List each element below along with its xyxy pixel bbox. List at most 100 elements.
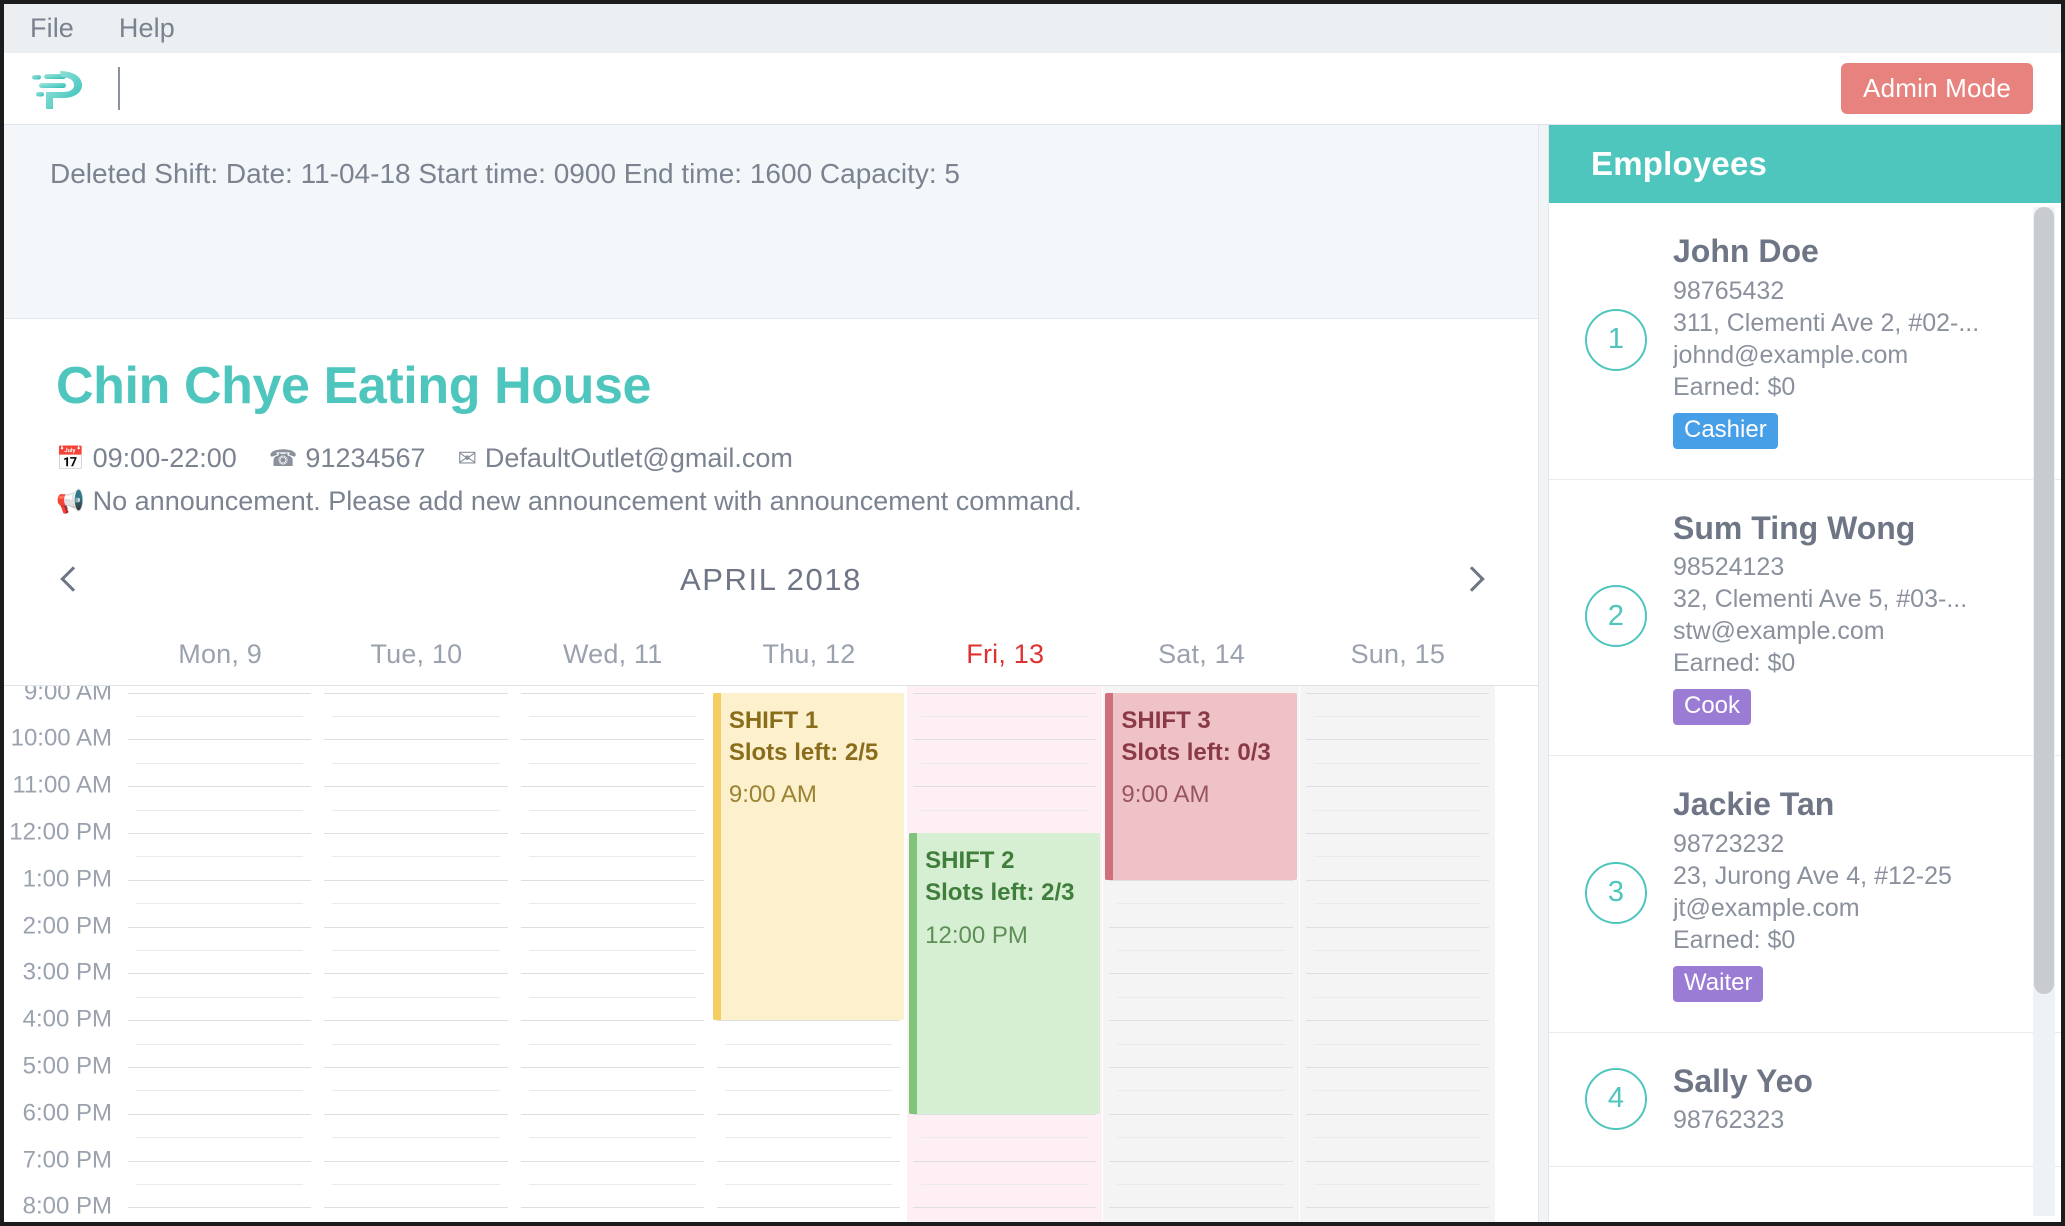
- calendar-gridline: [716, 1160, 901, 1162]
- calendar-gridline-half: [921, 1137, 1089, 1139]
- calendar-nav: APRIL 2018: [4, 555, 1538, 605]
- calendar-gridline: [128, 1066, 312, 1068]
- calendar-gridline: [128, 692, 312, 694]
- menu-bar: File Help: [4, 4, 2061, 53]
- employees-list: 1 John Doe 98765432 311, Clementi Ave 2, #0…: [1549, 203, 2061, 1222]
- calendar-day-headers: Mon, 9 Tue, 10 Wed, 11 Thu, 12 Fri, 13 Sat, 1…: [4, 623, 1538, 685]
- employee-earned: Earned: $0: [1673, 925, 1796, 954]
- shift-time: 9:00 AM: [728, 781, 817, 809]
- calendar-gridline: [128, 1160, 312, 1162]
- calendar-gridline: [324, 739, 508, 741]
- calendar-column-2[interactable]: [515, 686, 711, 1222]
- calendar-time-label-7: 4:00 PM: [22, 1005, 112, 1033]
- calendar-day-header-3[interactable]: Thu, 12: [711, 639, 907, 670]
- calendar-gridline: [520, 1160, 704, 1162]
- calendar-gridline-half: [332, 903, 500, 905]
- employees-scrollbar[interactable]: [2033, 207, 2055, 1216]
- calendar-gridline: [520, 1020, 704, 1022]
- calendar-gridline: [1109, 1113, 1293, 1115]
- calendar-day-header-6[interactable]: Sun, 15: [1300, 639, 1496, 670]
- employee-card[interactable]: 3 Jackie Tan 98723232 23, Jurong Ave 4, #12…: [1549, 756, 2061, 1033]
- calendar-gridline-half: [528, 1137, 696, 1139]
- calendar-gridline: [716, 1020, 901, 1022]
- employee-role-tag: Waiter: [1673, 965, 1764, 1002]
- employee-role-tag: Cook: [1673, 689, 1752, 726]
- shift-title: SHIFT 3: [1121, 706, 1211, 734]
- shift-block-3[interactable]: SHIFT 3 Slots left: 0/3 9:00 AM: [1105, 692, 1297, 880]
- calendar-time-label-4: 1:00 PM: [22, 865, 112, 893]
- calendar-column-0[interactable]: [122, 686, 319, 1222]
- admin-mode-button[interactable]: Admin Mode: [1841, 63, 2033, 114]
- shift-block-2[interactable]: SHIFT 2 Slots left: 2/3 12:00 PM: [909, 832, 1101, 1114]
- calendar-gridline-half: [528, 903, 696, 905]
- calendar-gridline: [324, 832, 508, 834]
- calendar-gridline: [1305, 692, 1489, 694]
- chevron-right-icon: [1465, 567, 1480, 594]
- calendar-gridline-half: [528, 762, 696, 764]
- calendar-gridline-half: [724, 1043, 893, 1045]
- calendar-gridline-half: [1117, 996, 1285, 998]
- employee-card[interactable]: 2 Sum Ting Wong 98524123 32, Clementi Ave 5…: [1549, 480, 2061, 757]
- calendar-column-5[interactable]: SHIFT 3 Slots left: 0/3 9:00 AM: [1103, 686, 1300, 1222]
- calendar-gridline: [1305, 973, 1489, 975]
- calendar-gridline: [1305, 1160, 1489, 1162]
- calendar-column-6[interactable]: [1299, 686, 1496, 1222]
- shift-time: 12:00 PM: [925, 921, 1028, 949]
- calendar-column-3[interactable]: SHIFT 1 Slots left: 2/5 9:00 AM: [711, 686, 908, 1222]
- employee-info: Sum Ting Wong 98524123 32, Clementi Ave 5,…: [1673, 508, 2043, 726]
- calendar-gridline-half: [528, 949, 696, 951]
- calendar-gridline-half: [136, 903, 304, 905]
- calendar-gridline: [520, 926, 704, 928]
- shift-block-1[interactable]: SHIFT 1 Slots left: 2/5 9:00 AM: [712, 692, 905, 1021]
- outlet-announcement: 📢 No announcement. Please add new announ…: [56, 482, 1492, 521]
- calendar-gridline-half: [1313, 949, 1481, 951]
- calendar-gridline: [128, 879, 312, 881]
- calendar-prev-button[interactable]: [52, 563, 87, 598]
- calendar-gridline: [1305, 1020, 1489, 1022]
- calendar-column-1[interactable]: [318, 686, 515, 1222]
- calendar-gridline-half: [921, 715, 1089, 717]
- calendar-gridline: [324, 926, 508, 928]
- command-bar: Admin Mode: [4, 53, 2061, 125]
- calendar-gridline: [1109, 1160, 1293, 1162]
- calendar-gridline-half: [332, 762, 500, 764]
- calendar-gridline: [520, 1066, 704, 1068]
- calendar-day-header-0[interactable]: Mon, 9: [122, 639, 318, 670]
- calendar-gridline: [1305, 1113, 1489, 1115]
- result-display-panel: Deleted Shift: Date: 11-04-18 Start time…: [4, 125, 1538, 319]
- calendar-gridline-half: [1313, 715, 1481, 717]
- calendar-gridline-half: [1117, 1090, 1285, 1092]
- employees-scrollbar-thumb[interactable]: [2034, 207, 2054, 995]
- calendar-gridline-half: [332, 1090, 500, 1092]
- employee-index: 2: [1585, 585, 1647, 648]
- calendar-day-header-5[interactable]: Sat, 14: [1103, 639, 1299, 670]
- calendar-gridline-half: [1313, 1183, 1481, 1185]
- outlet-panel: Chin Chye Eating House 📅 09:00-22:00 ☎ 9…: [4, 319, 1538, 1222]
- calendar-gridline-half: [136, 1183, 304, 1185]
- employee-email: stw@example.com: [1673, 617, 1885, 646]
- calendar-gridline-half: [1313, 996, 1481, 998]
- calendar-gridline-half: [1313, 809, 1481, 811]
- menu-item-help[interactable]: Help: [119, 15, 175, 42]
- calendar-next-button[interactable]: [1455, 563, 1490, 598]
- calendar-gridline-half: [1117, 949, 1285, 951]
- shift-slots: Slots left: 2/5: [728, 738, 879, 766]
- calendar-gridline-half: [724, 1137, 893, 1139]
- calendar-day-header-2[interactable]: Wed, 11: [515, 639, 711, 670]
- calendar-column-4[interactable]: SHIFT 2 Slots left: 2/3 12:00 PM: [907, 686, 1104, 1222]
- command-input[interactable]: [88, 66, 1841, 112]
- employee-index: 4: [1585, 1067, 1647, 1130]
- menu-item-file[interactable]: File: [30, 15, 74, 42]
- calendar-gridline: [128, 1113, 312, 1115]
- calendar-gridline: [913, 1207, 1097, 1209]
- employee-index: 1: [1585, 308, 1647, 371]
- calendar-icon: 📅: [56, 444, 85, 471]
- employee-card[interactable]: 4 Sally Yeo 98762323: [1549, 1033, 2061, 1168]
- calendar-time-label-0: 9:00 AM: [23, 685, 112, 705]
- calendar-day-header-4[interactable]: Fri, 13: [907, 639, 1103, 670]
- calendar-gridline: [1109, 926, 1293, 928]
- calendar-day-header-1[interactable]: Tue, 10: [318, 639, 514, 670]
- employee-card[interactable]: 1 John Doe 98765432 311, Clementi Ave 2, #0…: [1549, 203, 2061, 480]
- calendar-gridline: [716, 1066, 901, 1068]
- calendar-gridline-half: [528, 856, 696, 858]
